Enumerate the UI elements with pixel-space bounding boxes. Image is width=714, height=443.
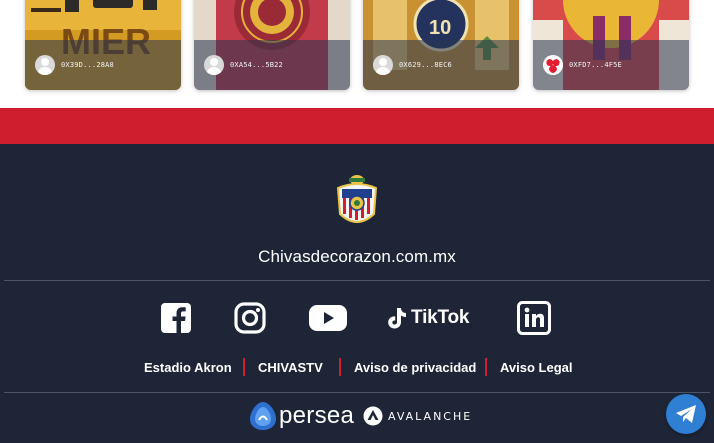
- nft-card-row: MIER 0X39D...28A8 0XA54...5B22: [0, 0, 714, 108]
- persea-avocado-icon: [250, 402, 276, 430]
- link-separator: [485, 358, 487, 376]
- youtube-link[interactable]: [309, 300, 347, 336]
- owner-bar: 0X39D...28A8: [25, 40, 181, 90]
- divider: [4, 280, 710, 281]
- social-links: TikTok: [0, 300, 714, 336]
- chivas-crest-icon[interactable]: [334, 174, 380, 230]
- site-footer: Chivasdecorazon.com.mx TikTok Estadio Ak…: [0, 144, 714, 443]
- link-chivastv[interactable]: CHIVASTV: [258, 360, 323, 375]
- owner-bar: 0X629...8EC6: [363, 40, 519, 90]
- divider: [4, 392, 710, 393]
- avalanche-wordmark: AVALANCHE: [388, 409, 473, 423]
- linkedin-icon: [517, 301, 551, 335]
- avalanche-logo[interactable]: AVALANCHE: [363, 400, 472, 432]
- default-avatar-icon: [204, 55, 224, 75]
- owner-address[interactable]: 0X629...8EC6: [399, 61, 452, 69]
- link-aviso-legal[interactable]: Aviso Legal: [500, 360, 572, 375]
- tiktok-link[interactable]: TikTok: [387, 300, 469, 336]
- link-estadio-akron[interactable]: Estadio Akron: [144, 360, 232, 375]
- owner-address[interactable]: 0XA54...5B22: [230, 61, 283, 69]
- facebook-link[interactable]: [160, 300, 192, 336]
- instagram-icon: [234, 302, 266, 334]
- link-aviso-privacidad[interactable]: Aviso de privacidad: [354, 360, 476, 375]
- footer-links: Estadio Akron CHIVASTV Aviso de privacid…: [0, 358, 714, 378]
- tiktok-wordmark: TikTok: [411, 307, 470, 328]
- owner-address[interactable]: 0XFD7...4F5E: [569, 61, 622, 69]
- persea-wordmark: persea: [279, 402, 355, 429]
- telegram-button[interactable]: [666, 394, 706, 434]
- nft-card[interactable]: MIER 0X39D...28A8: [25, 0, 181, 90]
- link-separator: [339, 358, 341, 376]
- telegram-icon: [676, 405, 696, 423]
- owner-address[interactable]: 0X39D...28A8: [61, 61, 114, 69]
- owner-bar: 0XFD7...4F5E: [533, 40, 689, 90]
- site-url-link[interactable]: Chivasdecorazon.com.mx: [0, 247, 714, 267]
- nft-card[interactable]: 10 0X629...8EC6: [363, 0, 519, 90]
- partner-logos: persea AVALANCHE: [0, 400, 714, 432]
- instagram-link[interactable]: [234, 300, 266, 336]
- tiktok-icon: [388, 308, 406, 329]
- red-divider-band: [0, 108, 714, 144]
- pattern-avatar-icon: [543, 55, 563, 75]
- persea-logo[interactable]: persea: [249, 400, 354, 432]
- nft-card[interactable]: 0XFD7...4F5E: [533, 0, 689, 90]
- owner-bar: 0XA54...5B22: [194, 40, 350, 90]
- nft-card[interactable]: 0XA54...5B22: [194, 0, 350, 90]
- linkedin-link[interactable]: [517, 300, 551, 336]
- nft-art-text: 10: [429, 17, 451, 39]
- default-avatar-icon: [373, 55, 393, 75]
- default-avatar-icon: [35, 55, 55, 75]
- youtube-icon: [309, 305, 347, 331]
- avalanche-icon: [363, 406, 383, 426]
- facebook-icon: [161, 303, 191, 333]
- link-separator: [243, 358, 245, 376]
